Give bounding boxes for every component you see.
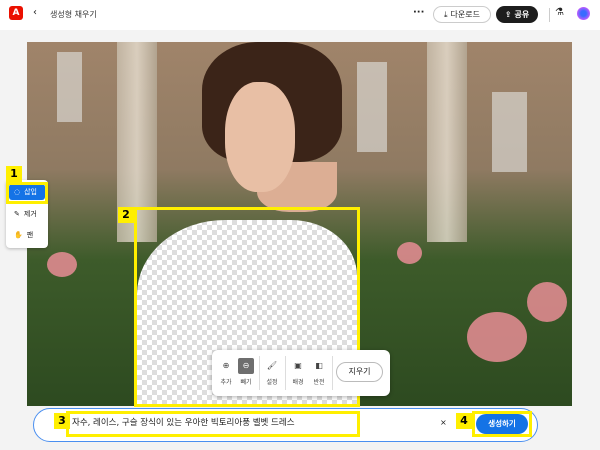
top-bar: A ‹ 생성형 채우기 ··· ⤓ 다운로드 ⇪ 공유 ⚗ xyxy=(0,0,600,30)
divider xyxy=(285,356,286,390)
share-label: 공유 xyxy=(514,10,530,19)
plus-circle-icon: ⊕ xyxy=(222,361,230,370)
invert-label: 반전 xyxy=(313,379,325,386)
add-label: 추가 xyxy=(220,379,232,386)
rose xyxy=(467,312,527,362)
invert-button[interactable]: ◧ 반전 xyxy=(310,358,328,386)
bg-window xyxy=(57,52,82,122)
settings-label: 설정 xyxy=(266,379,278,386)
image-icon: ▣ xyxy=(294,361,302,370)
tool-label: 팬 xyxy=(26,231,34,239)
tool-pan[interactable]: ✋ 팬 xyxy=(9,227,45,243)
divider xyxy=(259,356,260,390)
prompt-text[interactable]: 자수, 레이스, 구슬 장식이 있는 우아한 빅토리아풍 벨벳 드레스 xyxy=(72,416,295,428)
back-chevron-icon[interactable]: ‹ xyxy=(33,7,37,18)
rose xyxy=(397,242,422,264)
annotation-badge: 2 xyxy=(118,207,134,223)
add-button[interactable]: ⊕ 추가 xyxy=(217,358,235,386)
background-button[interactable]: ▣ 배경 xyxy=(289,358,307,386)
erase-button[interactable]: 지우기 xyxy=(336,362,383,382)
share-icon: ⇪ xyxy=(504,10,512,19)
eraser-icon: ✎ xyxy=(14,210,20,218)
bg-window xyxy=(492,92,527,172)
adobe-logo-icon[interactable]: A xyxy=(9,6,23,20)
avatar[interactable] xyxy=(577,7,590,20)
rose xyxy=(47,252,77,277)
download-label: 다운로드 xyxy=(450,10,480,19)
annotation-badge: 3 xyxy=(54,413,70,429)
download-button[interactable]: ⤓ 다운로드 xyxy=(433,6,491,23)
bg-pillar xyxy=(427,42,467,242)
share-button[interactable]: ⇪ 공유 xyxy=(496,6,538,23)
generate-button[interactable]: 생성하기 xyxy=(476,414,528,434)
annotation-badge: 4 xyxy=(456,413,472,429)
divider xyxy=(332,356,333,390)
bg-window xyxy=(357,62,387,152)
subject-face xyxy=(225,82,295,192)
tool-label: 제거 xyxy=(23,210,37,218)
invert-icon: ◧ xyxy=(315,361,323,370)
tool-remove[interactable]: ✎ 제거 xyxy=(9,206,45,222)
more-options-icon[interactable]: ··· xyxy=(413,7,424,18)
divider xyxy=(549,8,550,22)
background-label: 배경 xyxy=(292,379,304,386)
annotation-badge: 1 xyxy=(6,166,22,182)
context-toolbar: ⊕ 추가 ⊖ 빼기 🖌 설정 ▣ 배경 ◧ 반전 지우기 xyxy=(212,350,390,396)
minus-circle-icon: ⊖ xyxy=(238,358,254,374)
clear-icon[interactable]: × xyxy=(440,418,447,427)
download-icon: ⤓ xyxy=(444,9,448,19)
settings-button[interactable]: 🖌 설정 xyxy=(263,358,281,386)
highlight-insert xyxy=(6,182,48,204)
subtract-button[interactable]: ⊖ 빼기 xyxy=(237,358,255,386)
page-title: 생성형 채우기 xyxy=(50,10,97,19)
flask-icon[interactable]: ⚗ xyxy=(555,7,564,18)
rose xyxy=(527,282,567,322)
subtract-label: 빼기 xyxy=(240,379,252,386)
hand-icon: ✋ xyxy=(14,231,23,239)
brush-icon: 🖌 xyxy=(266,361,278,370)
